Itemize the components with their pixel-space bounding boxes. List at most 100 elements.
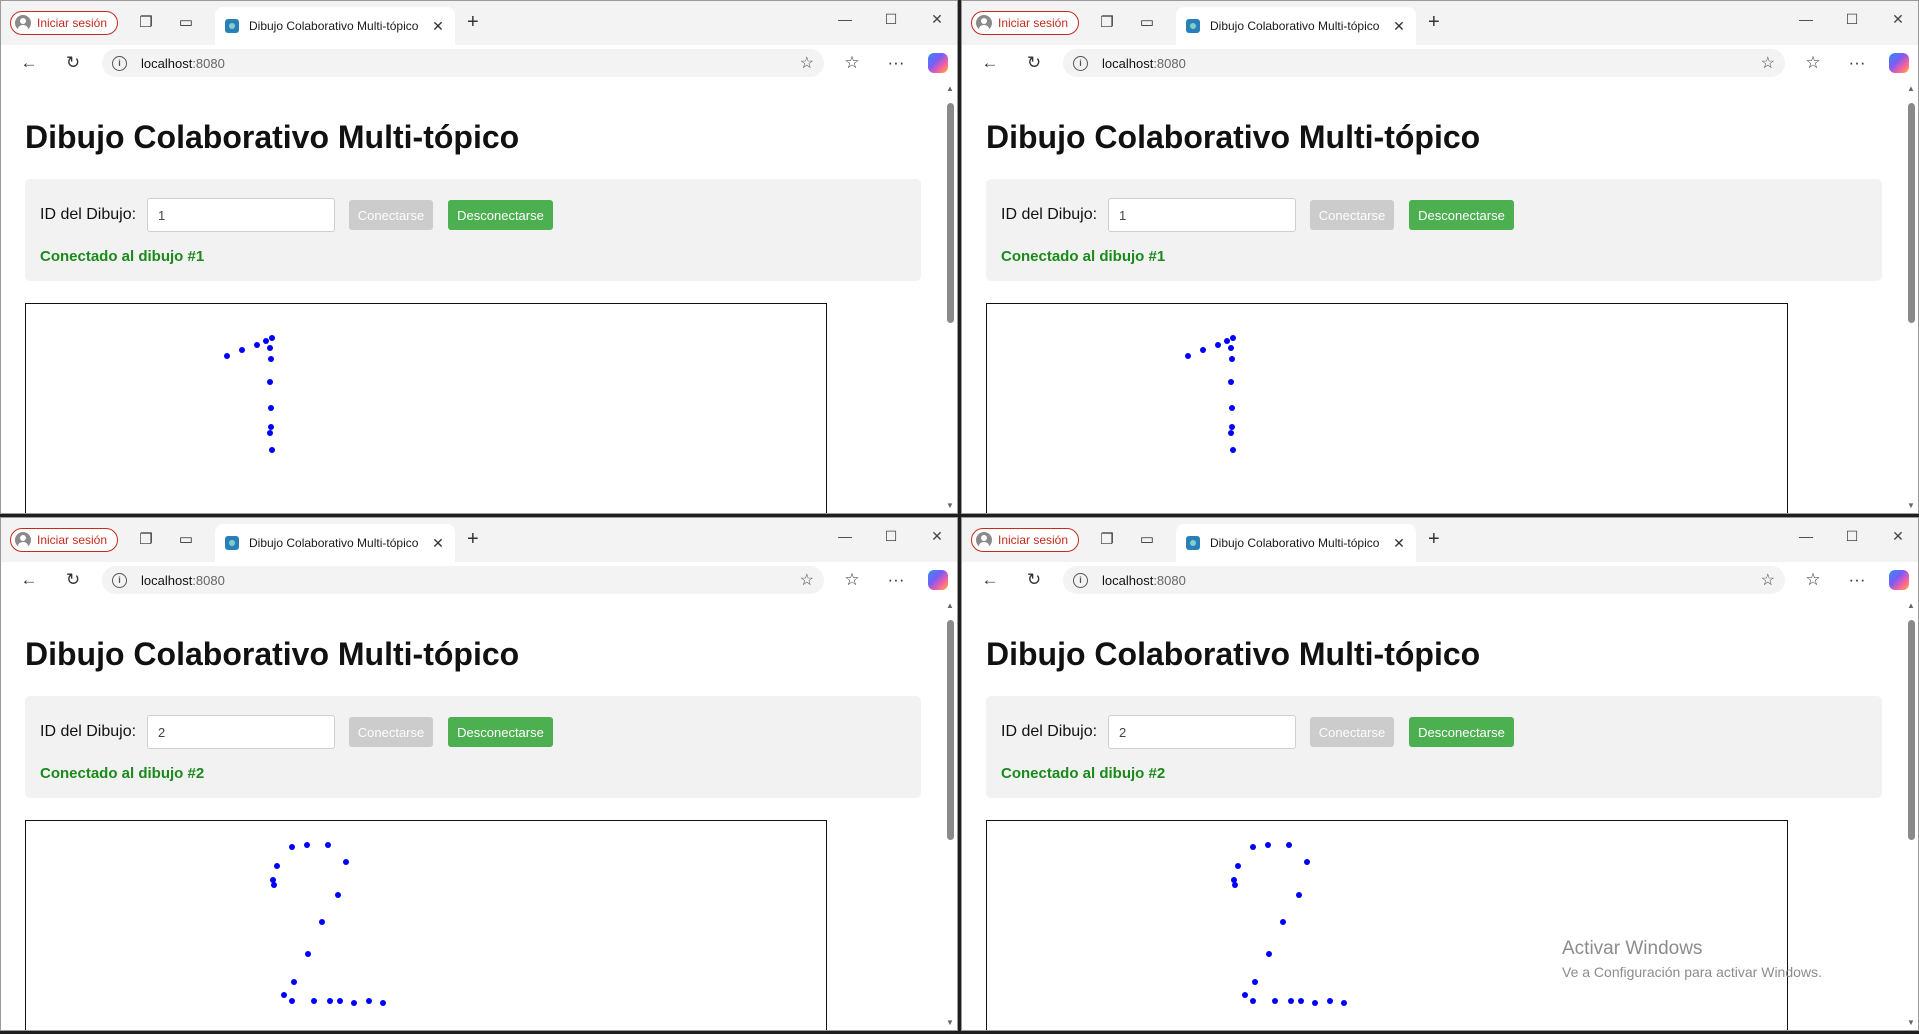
- connect-button[interactable]: Conectarse: [349, 200, 433, 230]
- scroll-down-icon[interactable]: ▼: [946, 1018, 954, 1027]
- connect-button[interactable]: Conectarse: [1310, 717, 1394, 747]
- collections-icon[interactable]: ❐: [1098, 14, 1116, 32]
- scroll-up-icon[interactable]: ▲: [1907, 84, 1915, 93]
- maximize-icon[interactable]: ☐: [881, 11, 901, 28]
- favorites-icon[interactable]: ☆: [1803, 570, 1823, 590]
- close-window-icon[interactable]: ✕: [927, 528, 947, 545]
- tab-actions-icon[interactable]: ▭: [1138, 14, 1156, 32]
- scroll-up-icon[interactable]: ▲: [1907, 601, 1915, 610]
- scrollbar-thumb[interactable]: [1908, 620, 1915, 840]
- more-menu-icon[interactable]: ···: [1847, 53, 1867, 73]
- back-icon[interactable]: ←: [980, 570, 1000, 590]
- new-tab-icon[interactable]: +: [467, 529, 479, 549]
- scroll-down-icon[interactable]: ▼: [946, 501, 954, 510]
- maximize-icon[interactable]: ☐: [1842, 528, 1862, 545]
- scroll-down-icon[interactable]: ▼: [1907, 1018, 1915, 1027]
- address-bar[interactable]: i localhost:8080 ☆: [1063, 566, 1785, 594]
- favorites-icon[interactable]: ☆: [842, 570, 862, 590]
- more-menu-icon[interactable]: ···: [886, 53, 906, 73]
- scroll-up-icon[interactable]: ▲: [946, 84, 954, 93]
- profile-button[interactable]: Iniciar sesión: [10, 528, 119, 552]
- site-info-icon[interactable]: i: [1073, 572, 1088, 588]
- disconnect-button[interactable]: Desconectarse: [448, 717, 553, 747]
- disconnect-button[interactable]: Desconectarse: [1409, 717, 1514, 747]
- refresh-icon[interactable]: ↻: [63, 53, 83, 73]
- scrollbar-thumb[interactable]: [947, 103, 954, 323]
- drawing-id-input[interactable]: [147, 715, 335, 749]
- drawing-canvas[interactable]: [25, 820, 827, 1030]
- tab-actions-icon[interactable]: ▭: [1138, 531, 1156, 549]
- collections-icon[interactable]: ❐: [1098, 531, 1116, 549]
- copilot-icon[interactable]: [1889, 570, 1909, 590]
- favorite-star-icon[interactable]: ☆: [800, 53, 814, 73]
- back-icon[interactable]: ←: [980, 53, 1000, 73]
- drawing-id-input[interactable]: [147, 198, 335, 232]
- vertical-scrollbar[interactable]: ▲ ▼: [1904, 81, 1918, 513]
- favorite-star-icon[interactable]: ☆: [1761, 53, 1775, 73]
- site-info-icon[interactable]: i: [1073, 55, 1088, 71]
- tab-active[interactable]: Dibujo Colaborativo Multi-tópico ✕: [1176, 524, 1416, 562]
- more-menu-icon[interactable]: ···: [1847, 570, 1867, 590]
- favorites-icon[interactable]: ☆: [842, 53, 862, 73]
- close-window-icon[interactable]: ✕: [1888, 528, 1908, 545]
- minimize-icon[interactable]: —: [1796, 528, 1816, 544]
- refresh-icon[interactable]: ↻: [63, 570, 83, 590]
- refresh-icon[interactable]: ↻: [1024, 53, 1044, 73]
- scrollbar-thumb[interactable]: [947, 620, 954, 840]
- new-tab-icon[interactable]: +: [1428, 12, 1440, 32]
- maximize-icon[interactable]: ☐: [1842, 11, 1862, 28]
- drawing-canvas[interactable]: [986, 820, 1788, 1030]
- tab-actions-icon[interactable]: ▭: [177, 14, 195, 32]
- collections-icon[interactable]: ❐: [137, 14, 155, 32]
- connect-button[interactable]: Conectarse: [1310, 200, 1394, 230]
- close-window-icon[interactable]: ✕: [1888, 11, 1908, 28]
- drawing-canvas[interactable]: [986, 303, 1788, 513]
- copilot-icon[interactable]: [928, 53, 948, 73]
- favorite-star-icon[interactable]: ☆: [800, 570, 814, 590]
- drawing-id-input[interactable]: [1108, 198, 1296, 232]
- minimize-icon[interactable]: —: [835, 11, 855, 27]
- address-bar[interactable]: i localhost:8080 ☆: [102, 49, 824, 77]
- tab-active[interactable]: Dibujo Colaborativo Multi-tópico ✕: [215, 7, 455, 45]
- back-icon[interactable]: ←: [19, 570, 39, 590]
- close-tab-icon[interactable]: ✕: [1392, 535, 1406, 552]
- connect-button[interactable]: Conectarse: [349, 717, 433, 747]
- refresh-icon[interactable]: ↻: [1024, 570, 1044, 590]
- vertical-scrollbar[interactable]: ▲ ▼: [943, 81, 957, 513]
- profile-button[interactable]: Iniciar sesión: [971, 11, 1080, 35]
- new-tab-icon[interactable]: +: [467, 12, 479, 32]
- vertical-scrollbar[interactable]: ▲ ▼: [1904, 598, 1918, 1030]
- profile-button[interactable]: Iniciar sesión: [971, 528, 1080, 552]
- drawing-id-input[interactable]: [1108, 715, 1296, 749]
- copilot-icon[interactable]: [1889, 53, 1909, 73]
- close-tab-icon[interactable]: ✕: [431, 535, 445, 552]
- new-tab-icon[interactable]: +: [1428, 529, 1440, 549]
- site-info-icon[interactable]: i: [112, 572, 127, 588]
- tab-active[interactable]: Dibujo Colaborativo Multi-tópico ✕: [1176, 7, 1416, 45]
- minimize-icon[interactable]: —: [835, 528, 855, 544]
- close-tab-icon[interactable]: ✕: [1392, 18, 1406, 35]
- disconnect-button[interactable]: Desconectarse: [448, 200, 553, 230]
- collections-icon[interactable]: ❐: [137, 531, 155, 549]
- site-info-icon[interactable]: i: [112, 55, 127, 71]
- drawing-canvas[interactable]: [25, 303, 827, 513]
- vertical-scrollbar[interactable]: ▲ ▼: [943, 598, 957, 1030]
- tab-active[interactable]: Dibujo Colaborativo Multi-tópico ✕: [215, 524, 455, 562]
- back-icon[interactable]: ←: [19, 53, 39, 73]
- favorites-icon[interactable]: ☆: [1803, 53, 1823, 73]
- disconnect-button[interactable]: Desconectarse: [1409, 200, 1514, 230]
- profile-button[interactable]: Iniciar sesión: [10, 11, 119, 35]
- scrollbar-thumb[interactable]: [1908, 103, 1915, 323]
- favorite-star-icon[interactable]: ☆: [1761, 570, 1775, 590]
- close-tab-icon[interactable]: ✕: [431, 18, 445, 35]
- more-menu-icon[interactable]: ···: [886, 570, 906, 590]
- address-bar[interactable]: i localhost:8080 ☆: [102, 566, 824, 594]
- maximize-icon[interactable]: ☐: [881, 528, 901, 545]
- scroll-down-icon[interactable]: ▼: [1907, 501, 1915, 510]
- tab-actions-icon[interactable]: ▭: [177, 531, 195, 549]
- minimize-icon[interactable]: —: [1796, 11, 1816, 27]
- close-window-icon[interactable]: ✕: [927, 11, 947, 28]
- address-bar[interactable]: i localhost:8080 ☆: [1063, 49, 1785, 77]
- copilot-icon[interactable]: [928, 570, 948, 590]
- scroll-up-icon[interactable]: ▲: [946, 601, 954, 610]
